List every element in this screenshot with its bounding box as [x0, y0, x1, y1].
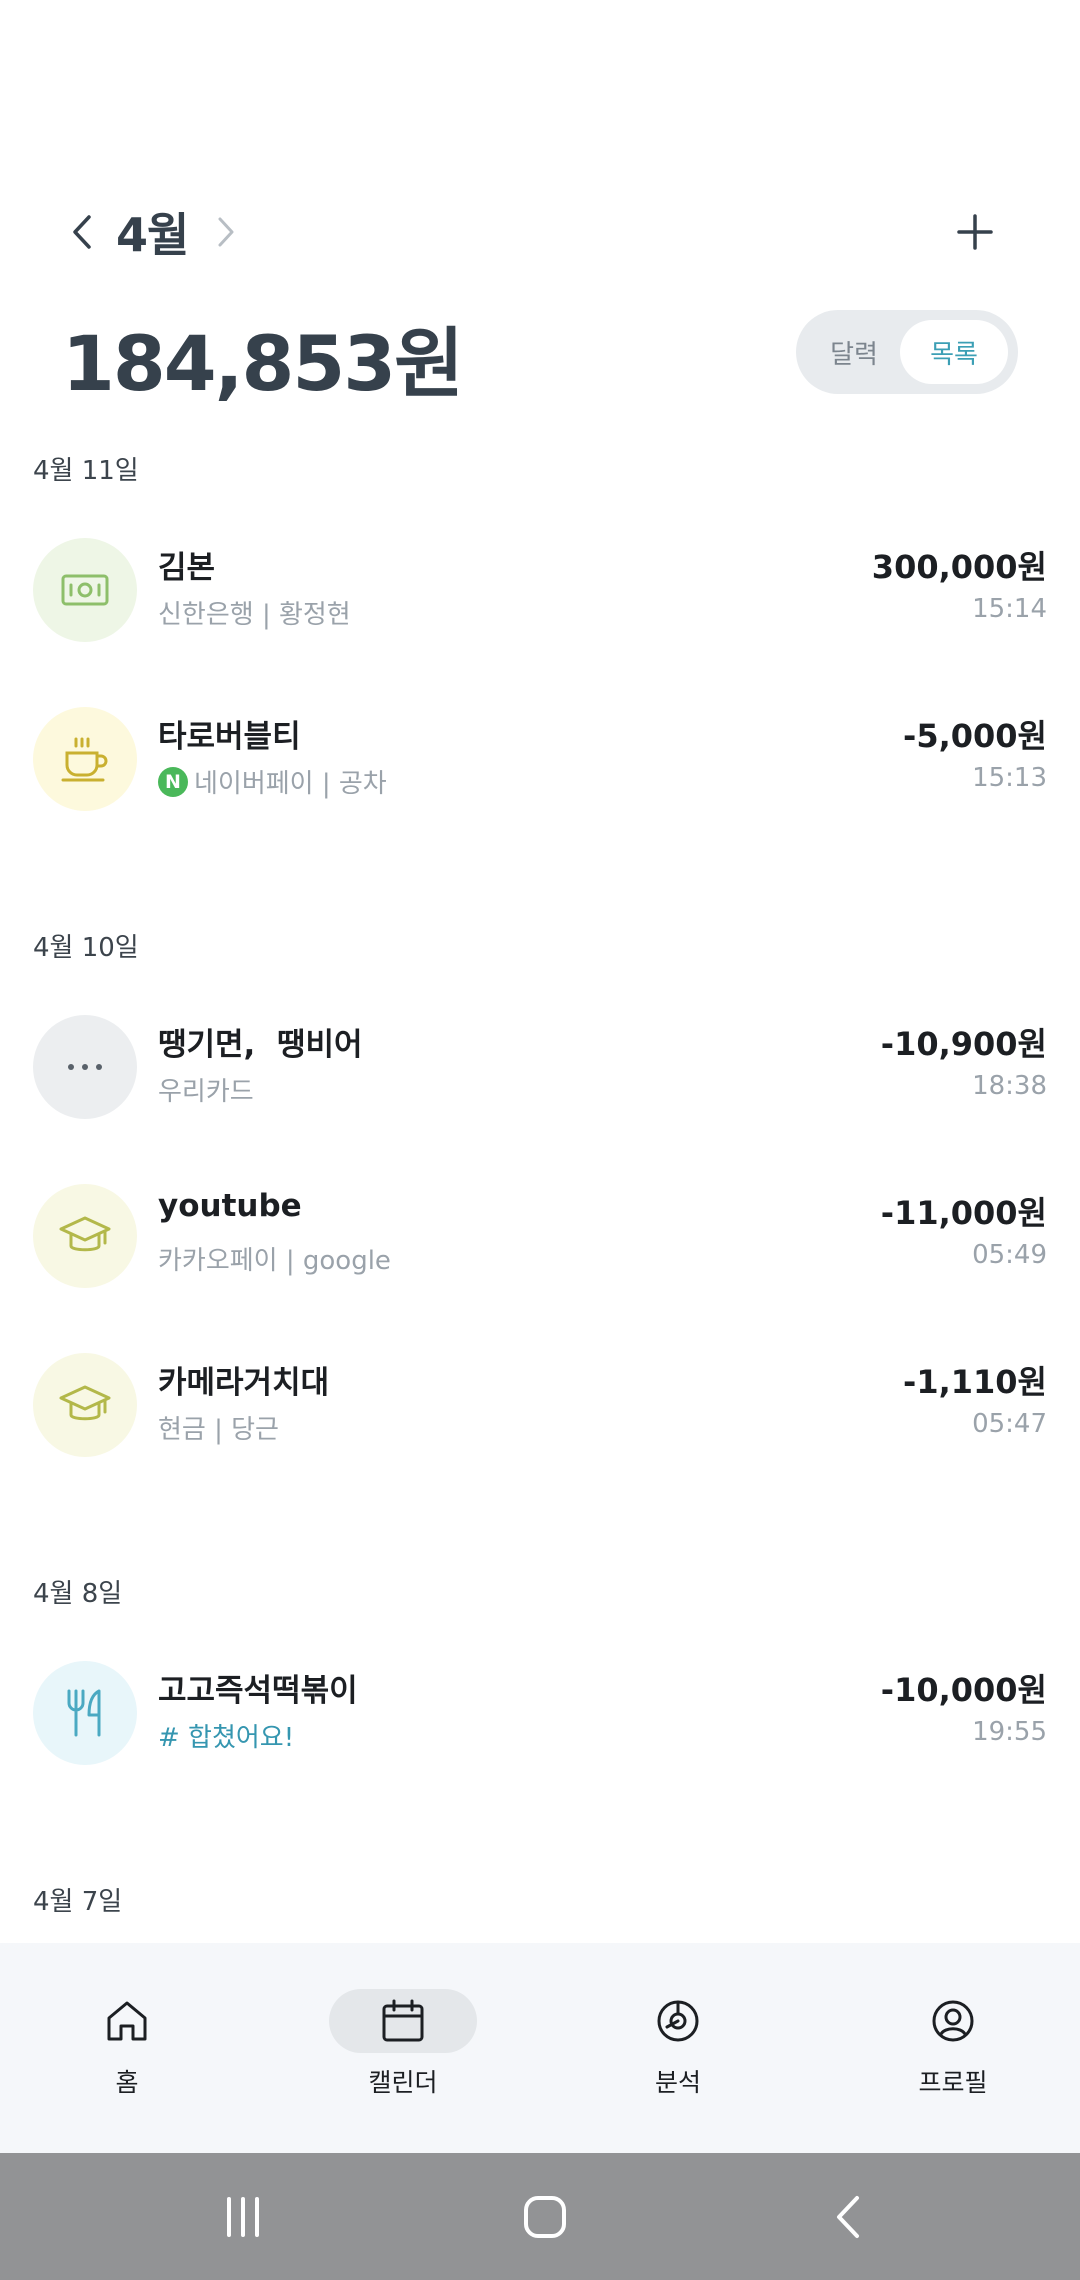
calendar-icon: [382, 1999, 424, 2042]
category-icon-wrap: [33, 1353, 137, 1457]
date-header: 4월 10일: [33, 933, 139, 963]
nav-label: 프로필: [918, 2068, 988, 2097]
month-navigator: 4월: [62, 190, 246, 274]
transaction-row[interactable]: 타로버블티 N 네이버페이 | 공차 -5,000원 15:13: [0, 705, 1080, 815]
transaction-time: 18:38: [972, 1071, 1047, 1101]
back-button[interactable]: [788, 2153, 908, 2280]
home-button-icon: [524, 2195, 566, 2238]
transaction-name: 카메라거치대: [158, 1365, 330, 1401]
transaction-amount: -10,000원: [880, 1671, 1047, 1709]
transaction-detail: 우리카드: [158, 1077, 254, 1107]
transaction-row[interactable]: 카메라거치대 현금 | 당근 -1,110원 05:47: [0, 1351, 1080, 1461]
graduation-cap-icon: [59, 1216, 111, 1252]
coffee-cup-icon: [61, 737, 108, 782]
category-icon-wrap: [33, 1661, 137, 1765]
toggle-list-view[interactable]: 목록: [900, 320, 1008, 384]
add-transaction-button[interactable]: [940, 202, 1010, 262]
transaction-name: 김본: [158, 550, 216, 586]
transaction-detail: 카카오페이 | google: [158, 1246, 391, 1276]
next-month-button[interactable]: [206, 190, 246, 274]
category-icon-wrap: [33, 538, 137, 642]
date-header: 4월 8일: [33, 1579, 123, 1609]
chevron-left-icon: [73, 215, 91, 249]
transaction-detail: 현금 | 당근: [158, 1415, 279, 1445]
transaction-row[interactable]: youtube 카카오페이 | google -11,000원 05:49: [0, 1182, 1080, 1292]
transaction-amount: 300,000원: [871, 548, 1047, 586]
transaction-name: 타로버블티: [158, 719, 301, 755]
back-icon: [837, 2195, 859, 2238]
nav-label: 캘린더: [368, 2068, 438, 2097]
recent-apps-icon: [227, 2196, 259, 2237]
transaction-name: 고고즉석떡볶이: [158, 1673, 358, 1709]
nav-home[interactable]: 홈: [27, 1943, 227, 2153]
view-toggle: 달력 목록: [796, 310, 1018, 394]
category-icon-wrap: [33, 707, 137, 811]
recent-apps-button[interactable]: [183, 2153, 303, 2280]
transaction-time: 05:49: [972, 1240, 1047, 1270]
date-header: 4월 7일: [33, 1887, 123, 1917]
category-icon-wrap: [33, 1015, 137, 1119]
nav-label: 분석: [654, 2068, 701, 2097]
transaction-name: youtube: [158, 1188, 302, 1224]
transaction-detail: N 네이버페이 | 공차: [158, 763, 387, 800]
merged-tag[interactable]: # 합쳤어요!: [158, 1717, 294, 1754]
transaction-name: 땡기면, 땡비어: [158, 1027, 363, 1063]
transaction-amount: -5,000원: [903, 717, 1047, 755]
fork-knife-icon: [67, 1689, 101, 1737]
nav-label: 홈: [115, 2068, 139, 2097]
transaction-row[interactable]: 고고즉석떡볶이 # 합쳤어요! -10,000원 19:55: [0, 1659, 1080, 1769]
transaction-detail: 신한은행 | 황정현: [158, 600, 351, 630]
home-icon: [107, 2001, 147, 2041]
transaction-row[interactable]: 김본 신한은행 | 황정현 300,000원 15:14: [0, 536, 1080, 646]
chevron-right-icon: [218, 217, 234, 247]
plus-icon: [957, 214, 993, 250]
system-navigation-bar: [0, 2153, 1080, 2280]
monthly-total: 184,853원: [62, 319, 464, 408]
toggle-calendar-view[interactable]: 달력: [804, 310, 904, 394]
transaction-time: 15:13: [972, 763, 1047, 793]
naver-pay-logo: N: [158, 766, 188, 797]
more-dots-icon: [68, 1064, 102, 1070]
transaction-detail-text: 네이버페이 | 공차: [194, 769, 387, 799]
transaction-row[interactable]: 땡기면, 땡비어 우리카드 -10,900원 18:38: [0, 1013, 1080, 1123]
transaction-time: 15:14: [972, 594, 1047, 624]
page-header: 4월 184,853원 달력 목록: [0, 190, 1080, 470]
transaction-time: 05:47: [972, 1409, 1047, 1439]
month-label: 4월: [116, 208, 189, 262]
category-icon-wrap: [33, 1184, 137, 1288]
bottom-navigation: 홈 캘린더 분석 프로필: [0, 1943, 1080, 2153]
nav-calendar[interactable]: 캘린더: [303, 1943, 503, 2153]
money-bill-icon: [61, 574, 109, 606]
nav-profile[interactable]: 프로필: [853, 1943, 1053, 2153]
home-button[interactable]: [485, 2153, 605, 2280]
transaction-amount: -11,000원: [880, 1194, 1047, 1232]
date-header: 4월 11일: [33, 456, 139, 486]
transaction-amount: -1,110원: [903, 1363, 1047, 1401]
graduation-cap-icon: [59, 1385, 111, 1421]
nav-analysis[interactable]: 분석: [578, 1943, 778, 2153]
user-circle-icon: [932, 2000, 974, 2042]
transaction-amount: -10,900원: [880, 1025, 1047, 1063]
prev-month-button[interactable]: [62, 190, 102, 274]
pie-chart-icon: [657, 2000, 699, 2042]
transaction-time: 19:55: [972, 1717, 1047, 1747]
